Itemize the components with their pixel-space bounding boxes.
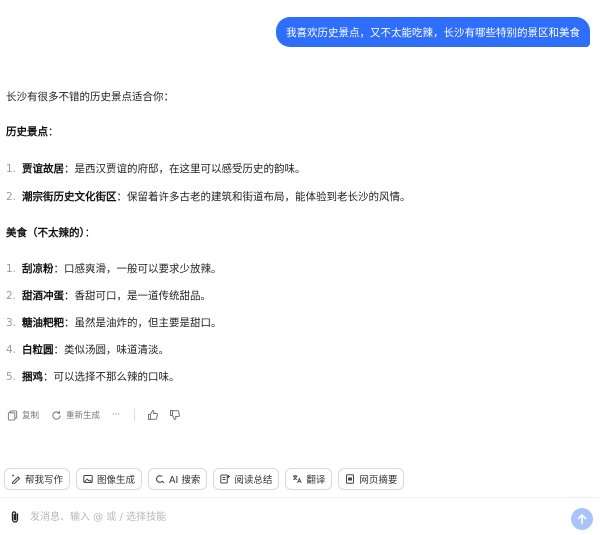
user-message-bubble: 我喜欢历史景点，又不太能吃辣，长沙有哪些特别的景区和美食: [276, 17, 590, 47]
section-heading-food: 美食（不太辣的）：: [6, 227, 96, 239]
skill-image-button[interactable]: 图像生成: [76, 468, 143, 490]
skill-translate-button[interactable]: 翻译: [285, 468, 333, 490]
reading-summary-icon: [220, 474, 231, 484]
copy-label: 复制: [22, 411, 40, 421]
skill-label: 网页摘要: [359, 475, 398, 486]
skill-label: 翻译: [306, 475, 326, 486]
answer-intro: 长沙有很多不错的历史景点适合你：: [6, 91, 174, 103]
list-item: 2. 潮宗街历史文化街区：保留着许多古老的建筑和街道布局，能体验到老长沙的风情。: [6, 191, 411, 203]
refresh-icon: [52, 410, 61, 420]
message-actions: 复制 重新生成 ···: [7, 406, 191, 424]
thumbs-down-icon: [170, 410, 181, 421]
more-icon: ···: [112, 410, 121, 420]
arrow-up-icon: [577, 514, 587, 525]
skill-writing-button[interactable]: 帮我写作: [4, 468, 71, 490]
list-item: 1. 贾谊故居：是西汉贾谊的府邸，在这里可以感受历史的韵味。: [6, 163, 306, 175]
send-button[interactable]: [571, 508, 593, 530]
webpage-summary-icon: [346, 474, 355, 484]
copy-icon: [7, 409, 18, 421]
skill-reading-summary-button[interactable]: 阅读总结: [213, 468, 280, 490]
regenerate-label: 重新生成: [66, 411, 101, 421]
list-item: 2. 甜酒冲蛋：香甜可口，是一道传统甜品。: [6, 290, 211, 302]
pen-icon: [12, 474, 21, 484]
list-item: 1. 刮凉粉：口感爽滑，一般可以要求少放辣。: [6, 263, 222, 275]
skill-ai-search-button[interactable]: AI 搜索: [148, 468, 208, 490]
message-composer: [0, 497, 600, 535]
copy-button[interactable]: 复制: [7, 409, 39, 421]
more-button[interactable]: ···: [112, 410, 120, 420]
message-input[interactable]: [30, 507, 550, 527]
skill-label: AI 搜索: [169, 475, 201, 486]
section-heading-history: 历史景点：: [6, 126, 59, 138]
translate-icon: [293, 475, 302, 484]
image-icon: [83, 475, 93, 483]
divider: [134, 409, 136, 421]
thumbs-up-icon: [148, 409, 159, 420]
list-item: 5. 捆鸡：可以选择不那么辣的口味。: [6, 371, 180, 383]
ai-search-icon: [156, 475, 165, 484]
skill-chips: 帮我写作 图像生成 AI 搜索 阅读总结 翻译 网页摘要: [4, 468, 405, 490]
regenerate-button[interactable]: 重新生成: [51, 409, 100, 421]
skill-label: 帮我写作: [25, 475, 64, 486]
list-item: 3. 糖油粑粑：虽然是油炸的，但主要是甜口。: [6, 317, 222, 329]
user-message-text: 我喜欢历史景点，又不太能吃辣，长沙有哪些特别的景区和美食: [286, 26, 580, 39]
skill-label: 阅读总结: [234, 475, 273, 486]
skill-webpage-summary-button[interactable]: 网页摘要: [338, 468, 405, 490]
paperclip-icon[interactable]: [9, 510, 21, 524]
dislike-button[interactable]: [169, 409, 181, 421]
skill-label: 图像生成: [97, 475, 136, 486]
list-item: 4. 白粒圆：类似汤圆，味道清淡。: [6, 344, 169, 356]
like-button[interactable]: [147, 409, 159, 421]
